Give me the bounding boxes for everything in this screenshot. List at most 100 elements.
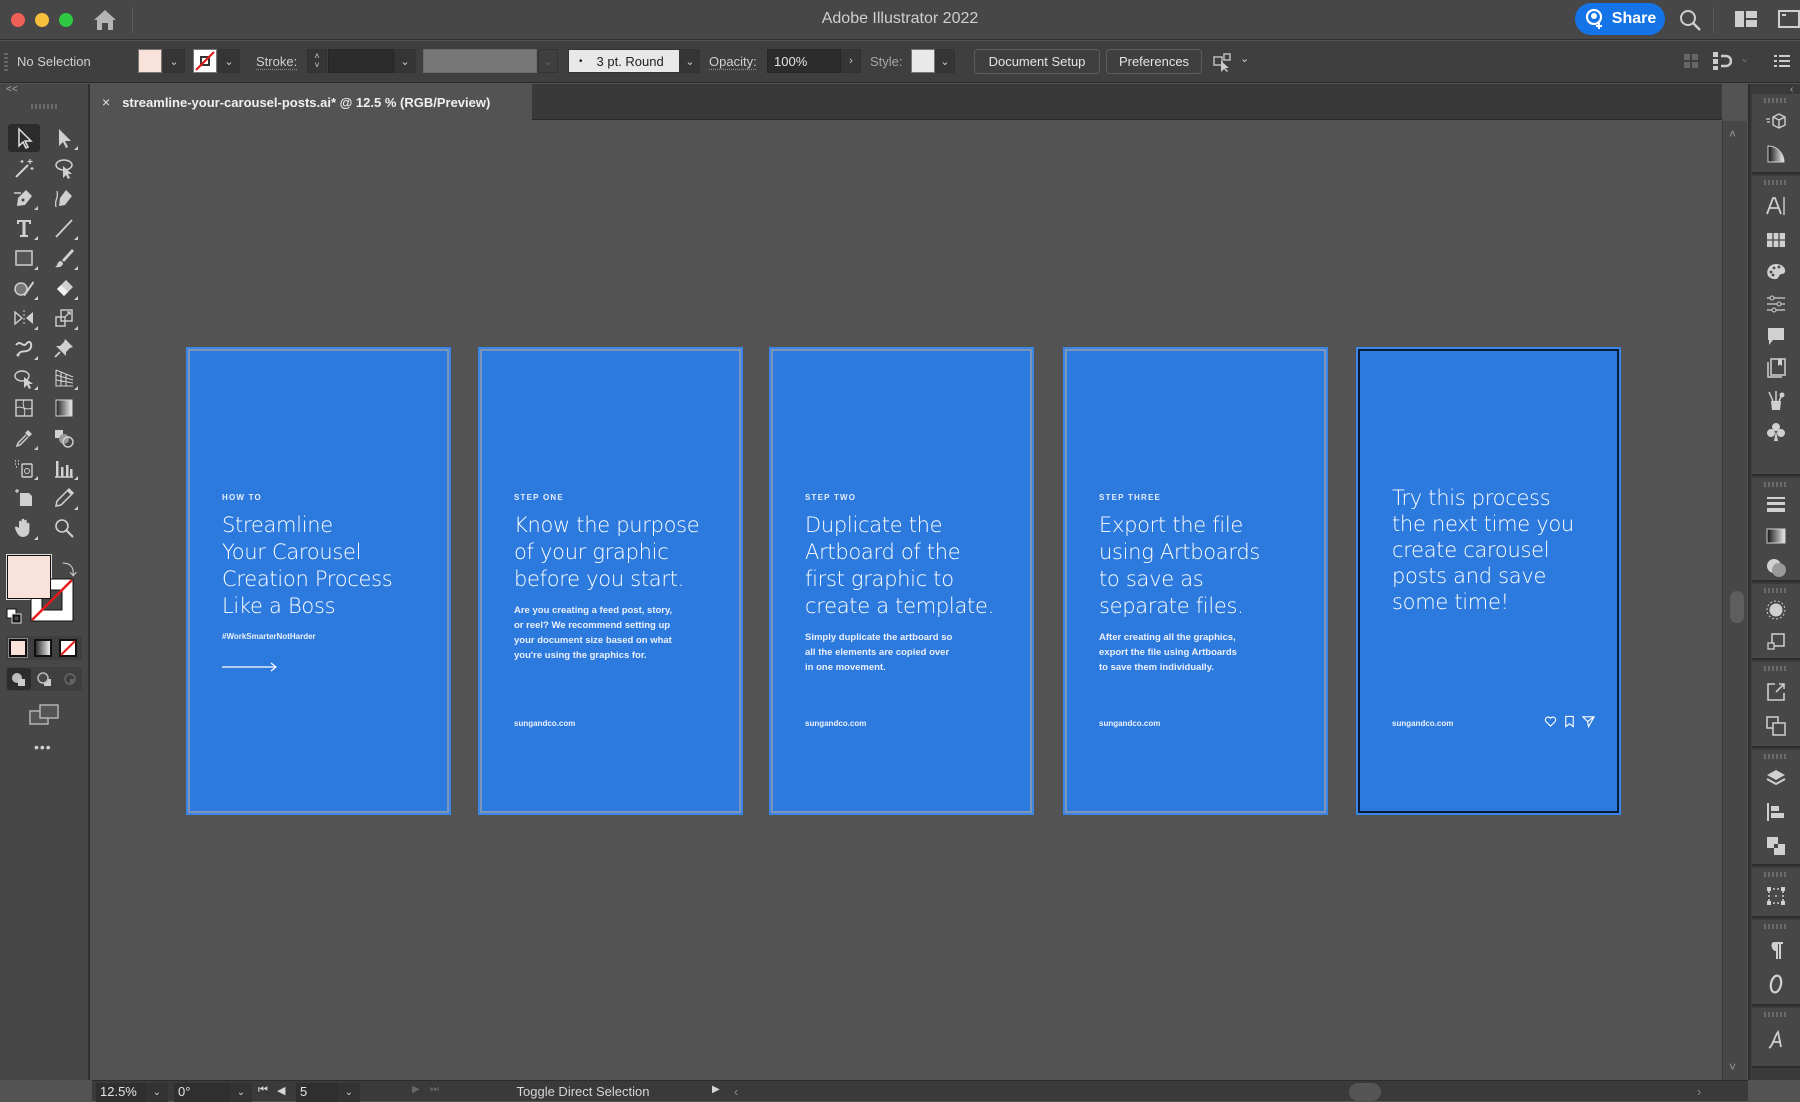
artboard-tool[interactable] [8,484,40,512]
share-button[interactable]: Share [1575,3,1665,35]
align-grid-icon[interactable] [1683,53,1699,69]
draw-normal-button[interactable] [7,668,31,690]
draw-behind-icon[interactable] [33,668,57,690]
perspective-grid-tool[interactable] [48,364,80,392]
color-mode-button[interactable] [8,638,28,658]
transform-panel-button[interactable] [1764,884,1788,908]
status-menu-arrow[interactable]: ▶ [712,1084,720,1095]
rotation-dropdown[interactable]: ⌄ [230,1083,252,1102]
panel-grip[interactable] [1764,1012,1788,1017]
edit-toolbar-button[interactable]: ••• [34,739,52,755]
export-panel-button[interactable] [1764,680,1788,704]
chevron-down-icon[interactable]: ⌄ [1240,52,1249,65]
panel-grip[interactable] [1764,482,1788,487]
stroke-weight-input[interactable] [328,49,394,73]
profile-dropdown[interactable]: ⌄ [538,49,558,73]
artboards-panel-button[interactable] [1764,714,1788,738]
stroke-dropdown[interactable]: ⌄ [218,49,240,73]
align-panel-button[interactable] [1764,800,1788,824]
swatches-panel-button[interactable] [1764,228,1788,252]
artboard-1[interactable]: HOW TO Streamline Your Carousel Creation… [186,347,451,815]
brush-dropdown[interactable]: ⌄ [680,49,700,73]
color-panel-button[interactable] [1764,260,1788,284]
snap-magnet-icon[interactable] [1712,51,1732,71]
vertical-scroll-thumb[interactable] [1730,591,1744,623]
scroll-down-arrow[interactable]: ˅ [1729,1060,1736,1074]
document-setup-button[interactable]: Document Setup [974,49,1100,74]
artboard-4[interactable]: STEP THREE Export the file using Artboar… [1063,347,1328,815]
comments-panel-button[interactable] [1764,324,1788,348]
screen-mode-icon[interactable] [29,704,59,726]
style-dropdown[interactable]: ⌄ [935,49,955,73]
appearance-panel-button[interactable] [1764,598,1788,622]
panel-grip[interactable] [1764,180,1788,185]
stroke-color-swatch[interactable] [193,49,217,73]
scroll-up-arrow[interactable]: ˄ [1729,127,1736,141]
panel-grip[interactable] [1764,872,1788,877]
layers-panel-button[interactable] [1764,766,1788,790]
vertical-scrollbar[interactable]: ˄ ˅ [1722,121,1747,1080]
panel-grip[interactable] [31,104,57,109]
opentype-panel-button[interactable] [1764,972,1788,996]
stroke-panel-button[interactable] [1764,492,1788,516]
panel-menu-icon[interactable] [1774,53,1790,69]
window-minimize-button[interactable] [35,13,49,27]
variable-width-profile[interactable] [423,49,537,73]
canvas[interactable]: HOW TO Streamline Your Carousel Creation… [92,121,1722,1080]
pencil-tool[interactable] [48,484,80,512]
swap-fill-stroke-icon[interactable]: ⤵ [62,559,77,580]
column-graph-tool[interactable] [48,454,80,482]
gradient-panel-button[interactable] [1764,142,1788,166]
stroke-weight-dropdown[interactable]: ⌄ [394,49,416,73]
line-segment-tool[interactable] [48,214,80,242]
artboard-dropdown[interactable]: ⌄ [338,1083,360,1102]
pen-tool[interactable] [8,184,40,212]
symbol-sprayer-tool[interactable] [8,454,40,482]
direct-selection-tool[interactable] [48,124,80,152]
window-close-button[interactable] [11,13,25,27]
close-tab-button[interactable]: × [102,94,110,110]
scale-tool[interactable] [48,304,80,332]
paragraph-panel-button[interactable] [1764,938,1788,962]
opacity-expand[interactable]: › [841,49,861,73]
blend-tool[interactable] [48,424,80,452]
artboard-5[interactable]: Try this process the next time you creat… [1356,347,1621,815]
horizontal-scroll-thumb[interactable] [1349,1083,1381,1101]
libraries-panel-button[interactable] [1764,356,1788,380]
symbols-panel-button[interactable] [1764,420,1788,444]
mesh-tool[interactable] [8,394,40,422]
pin-tool[interactable] [48,334,80,362]
home-icon[interactable] [92,8,118,32]
puppet-warp-tool[interactable] [8,334,40,362]
panel-grip[interactable] [1764,98,1788,103]
magic-wand-tool[interactable] [8,154,40,182]
rectangle-tool[interactable] [8,244,40,272]
chevron-down-icon[interactable]: ⌄ [1740,52,1749,65]
properties-panel-button[interactable] [1764,292,1788,316]
scroll-right-arrow[interactable]: › [1697,1084,1701,1099]
next-artboard-button[interactable]: ▶ [412,1084,420,1095]
previous-artboard-button[interactable]: ◀ [277,1084,285,1097]
paintbrush-tool[interactable] [48,244,80,272]
collapse-panel-button[interactable]: << [6,84,18,95]
character-panel-button[interactable] [1764,194,1788,218]
zoom-level-input[interactable]: 12.5% [96,1083,146,1102]
lasso-tool[interactable] [48,154,80,182]
hand-tool[interactable] [8,514,40,542]
stroke-weight-stepper[interactable]: ˄ ˅ [307,49,327,73]
window-maximize-button[interactable] [59,13,73,27]
shape-builder-tool[interactable] [8,364,40,392]
fill-dropdown[interactable]: ⌄ [163,49,185,73]
3d-materials-panel-button[interactable] [1764,110,1788,134]
opacity-input[interactable]: 100% [767,49,841,73]
transparency-panel-button[interactable] [1764,556,1788,580]
panel-grip[interactable] [1764,754,1788,759]
last-artboard-button[interactable]: ⏭ [430,1084,439,1095]
zoom-dropdown[interactable]: ⌄ [146,1083,168,1102]
artboard-3[interactable]: STEP TWO Duplicate the Artboard of the f… [769,347,1034,815]
fill-color-swatch[interactable] [138,49,162,73]
shaper-tool[interactable] [8,274,40,302]
type-tool[interactable] [8,214,40,242]
curvature-tool[interactable] [48,184,80,212]
draw-inside-icon[interactable] [58,668,82,690]
